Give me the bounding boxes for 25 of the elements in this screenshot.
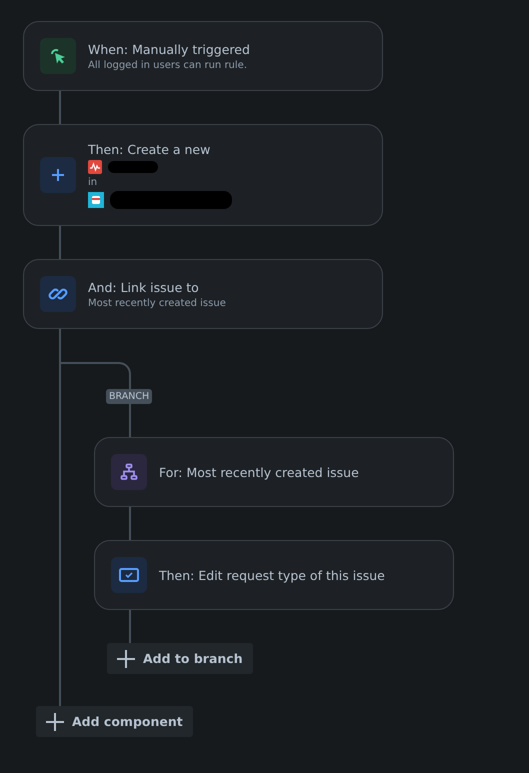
component-subtitle: Most recently created issue xyxy=(88,298,226,308)
component-title: Then: Create a new xyxy=(88,142,210,156)
component-title: For: Most recently created issue xyxy=(159,464,359,480)
rule-component-card[interactable]: For: Most recently created issue xyxy=(94,437,454,507)
component-title: Then: Edit request type of this issue xyxy=(159,568,385,582)
rule-component-card[interactable]: When: Manually triggered All logged in users can run rule. xyxy=(23,21,383,91)
rule-component-card[interactable]: Then: Edit request type of this issue xyxy=(94,540,454,610)
add-component-button[interactable]: Add component xyxy=(36,706,193,737)
cursor-icon xyxy=(49,47,67,65)
project-icon xyxy=(88,192,104,208)
component-subtitle: All logged in users can run rule. xyxy=(88,60,248,70)
component-title: And: Link issue to xyxy=(88,280,199,294)
screen-check-icon xyxy=(119,567,139,583)
add-to-branch-button[interactable]: Add to branch xyxy=(107,643,253,674)
detail-text: in xyxy=(88,176,98,188)
rule-component-card[interactable]: And: Link issue to Most recently created issue xyxy=(23,259,383,329)
redaction-mark xyxy=(108,160,158,172)
issue-type-icon xyxy=(88,160,102,174)
branch-badge: BRANCH xyxy=(106,389,152,404)
hierarchy-icon xyxy=(120,463,138,481)
plus-icon xyxy=(117,650,135,668)
plus-icon xyxy=(51,168,65,182)
plus-icon xyxy=(46,712,64,730)
component-title: When: Manually triggered xyxy=(88,42,250,56)
rule-component-card[interactable]: Then: Create a new in xyxy=(23,124,383,226)
